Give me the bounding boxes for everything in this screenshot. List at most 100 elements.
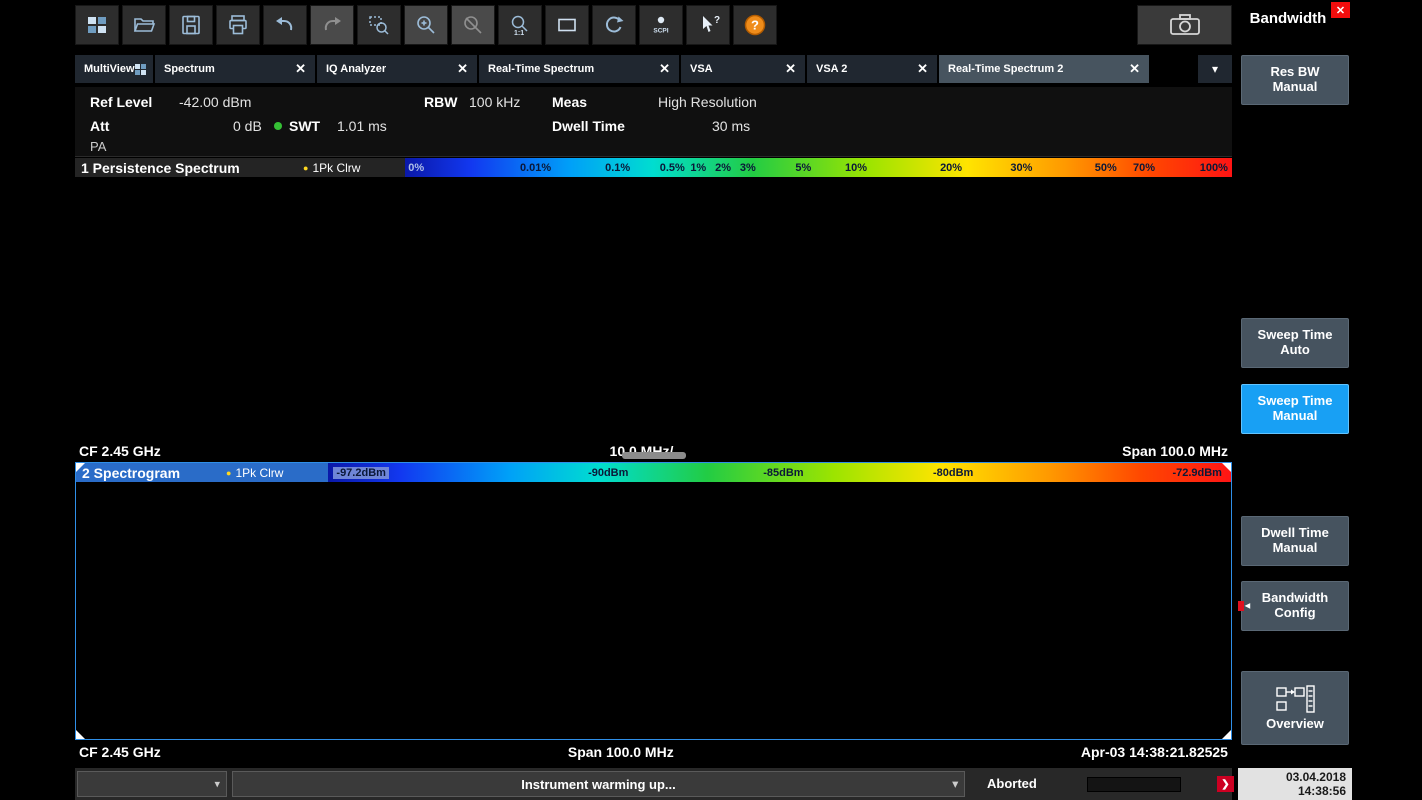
att-value[interactable]: 0 dB	[233, 118, 262, 134]
chevron-down-icon: ▾	[952, 778, 958, 791]
zoom-1to1-button[interactable]: 1:1	[498, 5, 542, 45]
close-icon: ✕	[1336, 4, 1345, 17]
chevron-down-icon: ▾	[214, 778, 220, 791]
focus-corner-icon	[1222, 730, 1231, 739]
window1-title: 1 Persistence Spectrum	[75, 158, 303, 177]
scale-tick: -80dBm	[933, 467, 973, 479]
save-icon	[179, 13, 203, 37]
close-icon[interactable]: ✕	[1129, 61, 1140, 77]
zoom-selection-button[interactable]	[357, 5, 401, 45]
channel-settings-bar: Ref Level -42.00 dBm RBW 100 kHz Meas Hi…	[75, 87, 1232, 157]
scpi-recorder-button[interactable]: SCPI	[639, 5, 683, 45]
window1-span: Span 100.0 MHz	[1122, 443, 1228, 459]
refresh-button[interactable]	[592, 5, 636, 45]
tab-spectrum[interactable]: Spectrum ✕	[155, 55, 315, 83]
status-dot-icon	[274, 122, 282, 130]
context-help-button[interactable]: ?	[686, 5, 730, 45]
scale-tick: 5%	[795, 162, 811, 174]
swt-value[interactable]: 1.01 ms	[337, 118, 387, 134]
window1-footer: CF 2.45 GHz 10.0 MHz/ Span 100.0 MHz	[75, 441, 1232, 460]
softkey-bandwidth-config[interactable]: ◂ Bandwidth Config	[1241, 581, 1349, 631]
tab-label: Real-Time Spectrum 2	[948, 63, 1063, 75]
zoom-icon	[414, 13, 438, 37]
one-to-one-label: 1:1	[514, 30, 524, 37]
help-icon: ?	[743, 13, 767, 37]
softkey-label: Sweep Time Auto	[1258, 328, 1333, 358]
persistence-canvas[interactable]	[75, 177, 1232, 441]
scale-tick: 0.5%	[660, 162, 685, 174]
zoom-1to1-icon: 1:1	[508, 13, 532, 37]
close-icon[interactable]: ✕	[917, 61, 928, 77]
tab-real-time-spectrum-2[interactable]: Real-Time Spectrum 2 ✕	[939, 55, 1149, 83]
close-icon[interactable]: ✕	[659, 61, 670, 77]
ref-level-value[interactable]: -42.00 dBm	[179, 94, 251, 110]
swt-label: SWT	[289, 118, 320, 134]
scale-tick: 100%	[1200, 162, 1228, 174]
tab-real-time-spectrum[interactable]: Real-Time Spectrum ✕	[479, 55, 679, 83]
status-message-dropdown[interactable]: Instrument warming up... ▾	[232, 771, 965, 797]
scpi-label: SCPI	[653, 28, 668, 35]
rbw-value[interactable]: 100 kHz	[469, 94, 520, 110]
undo-button[interactable]	[263, 5, 307, 45]
window-layout-icon	[85, 13, 109, 37]
close-icon[interactable]: ✕	[785, 61, 796, 77]
softkey-res-bw-manual[interactable]: Res BW Manual	[1241, 55, 1349, 105]
close-icon[interactable]: ✕	[457, 61, 468, 77]
trace-dot-icon: ●	[226, 468, 231, 478]
scale-tick: 70%	[1133, 162, 1155, 174]
window1-header[interactable]: 1 Persistence Spectrum ● 1Pk Clrw 0%0.01…	[75, 158, 1232, 177]
softkey-overview[interactable]: Overview	[1241, 671, 1349, 745]
scpi-recorder-icon: SCPI	[649, 13, 673, 37]
status-date: 03.04.2018	[1238, 770, 1346, 784]
trace-label: 1Pk Clrw	[312, 161, 360, 175]
status-message: Instrument warming up...	[521, 777, 676, 792]
config-flag-icon	[1238, 601, 1244, 611]
scale-tick: -97.2dBm	[333, 467, 389, 479]
print-icon	[226, 13, 250, 37]
redo-button[interactable]	[310, 5, 354, 45]
softkey-sweep-time-auto[interactable]: Sweep Time Auto	[1241, 318, 1349, 368]
dwell-time-value[interactable]: 30 ms	[712, 118, 750, 134]
tab-list-dropdown[interactable]: ▾	[1198, 55, 1232, 83]
tab-iq-analyzer[interactable]: IQ Analyzer ✕	[317, 55, 477, 83]
tab-label: IQ Analyzer	[326, 63, 386, 75]
scale-tick: 1%	[690, 162, 706, 174]
selection-rectangle-button[interactable]	[545, 5, 589, 45]
spectrogram-canvas[interactable]	[76, 482, 1231, 739]
scale-tick: -90dBm	[588, 467, 628, 479]
softkey-dwell-time-manual[interactable]: Dwell Time Manual	[1241, 516, 1349, 566]
close-icon[interactable]: ✕	[295, 61, 306, 77]
window-splitter-handle[interactable]	[622, 452, 686, 459]
redo-icon	[320, 13, 344, 37]
refresh-icon	[602, 13, 626, 37]
window2-footer: CF 2.45 GHz Span 100.0 MHz Apr-03 14:38:…	[75, 741, 1232, 762]
persistence-spectrum-window: 1 Persistence Spectrum ● 1Pk Clrw 0%0.01…	[75, 158, 1232, 460]
window1-trace: ● 1Pk Clrw	[303, 158, 405, 177]
screenshot-button[interactable]	[1137, 5, 1232, 45]
window-layout-button[interactable]	[75, 5, 119, 45]
tab-vsa-2[interactable]: VSA 2 ✕	[807, 55, 937, 83]
rbw-label: RBW	[424, 94, 457, 110]
zoom-off-button[interactable]	[451, 5, 495, 45]
status-dropdown-left[interactable]: ▾	[77, 771, 227, 797]
chevron-down-icon: ▾	[1212, 62, 1218, 76]
softkey-sweep-time-manual[interactable]: Sweep Time Manual	[1241, 384, 1349, 434]
help-label: ?	[751, 18, 759, 33]
zoom-button[interactable]	[404, 5, 448, 45]
focus-corner-icon	[76, 463, 85, 472]
toolbar: 1:1 SCPI ?	[75, 4, 1232, 46]
softkey-label: Bandwidth Config	[1262, 591, 1328, 621]
softkey-label: Overview	[1266, 717, 1324, 732]
tab-vsa[interactable]: VSA ✕	[681, 55, 805, 83]
help-button[interactable]: ?	[733, 5, 777, 45]
close-menu-button[interactable]: ✕	[1331, 2, 1350, 18]
tab-multiview[interactable]: MultiView	[75, 55, 153, 83]
multiview-grid-icon	[135, 64, 146, 75]
window2-header[interactable]: 2 Spectrogram ● 1Pk Clrw -97.2dBm -90dBm -…	[76, 463, 1231, 482]
open-file-button[interactable]	[122, 5, 166, 45]
print-button[interactable]	[216, 5, 260, 45]
meas-value[interactable]: High Resolution	[658, 94, 757, 110]
save-button[interactable]	[169, 5, 213, 45]
svg-text:?: ?	[714, 15, 720, 26]
window2-header-left: 2 Spectrogram ● 1Pk Clrw	[76, 463, 328, 482]
